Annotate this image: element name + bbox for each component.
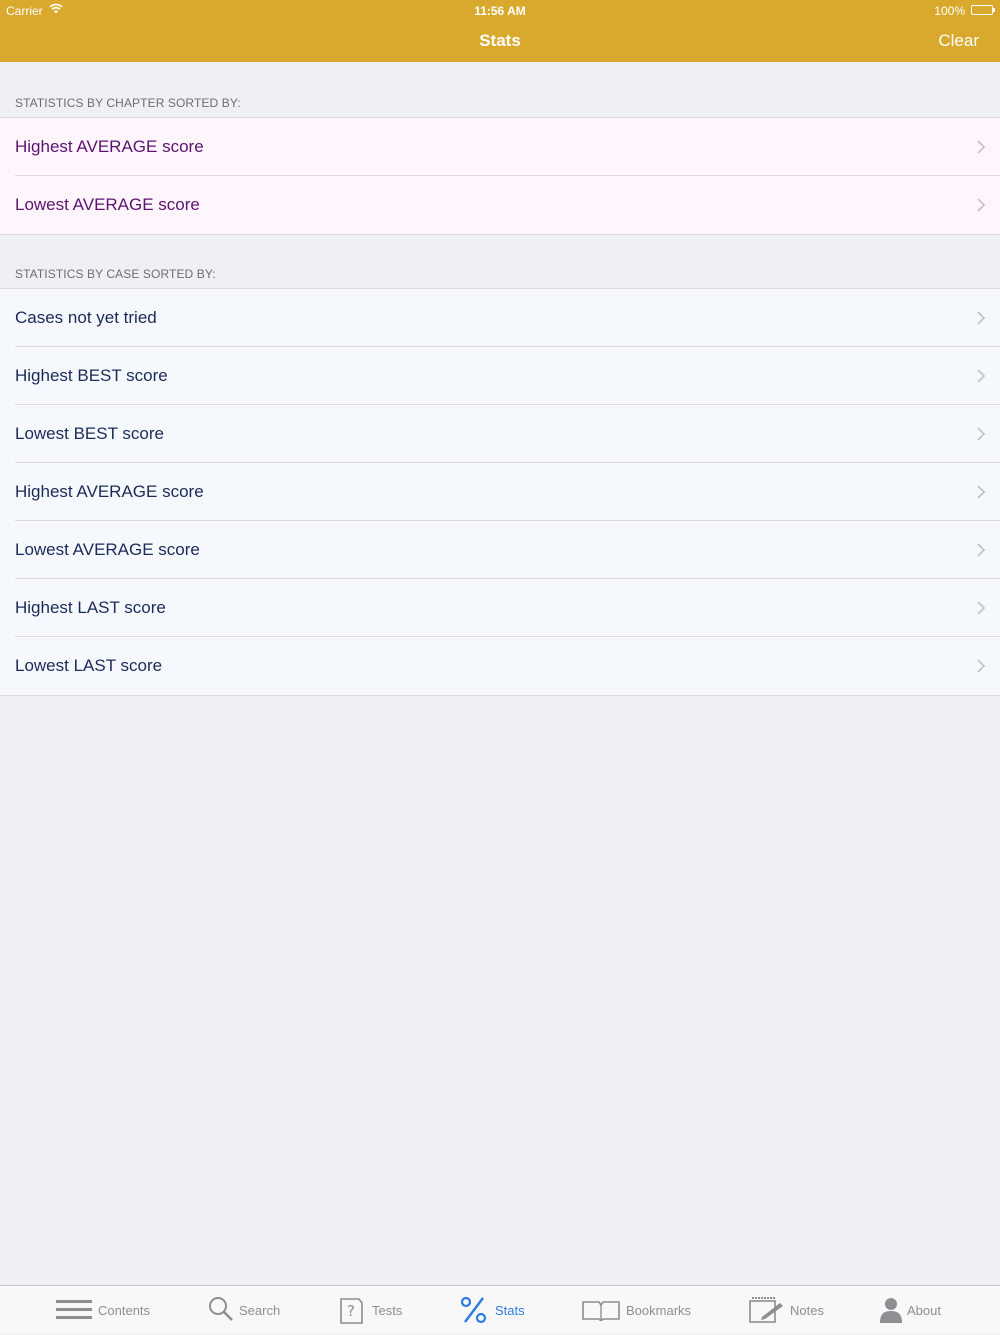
chevron-right-icon xyxy=(977,427,986,441)
page-title: Stats xyxy=(479,31,521,50)
person-icon xyxy=(880,1298,902,1323)
row-label: Lowest AVERAGE score xyxy=(15,540,200,559)
tab-label: Notes xyxy=(790,1303,824,1318)
case-lowest-best-row[interactable]: Lowest BEST score xyxy=(0,405,1000,463)
chapter-highest-average-row[interactable]: Highest AVERAGE score xyxy=(0,118,1000,176)
case-highest-average-row[interactable]: Highest AVERAGE score xyxy=(0,463,1000,521)
chevron-right-icon xyxy=(977,140,986,154)
tab-search[interactable]: Search xyxy=(208,1286,298,1335)
chapter-lowest-average-row[interactable]: Lowest AVERAGE score xyxy=(0,176,1000,234)
status-time: 11:56 AM xyxy=(474,4,526,18)
tab-stats[interactable]: Stats xyxy=(460,1286,540,1335)
percent-icon xyxy=(460,1296,487,1324)
chevron-right-icon xyxy=(977,311,986,325)
row-label: Highest LAST score xyxy=(15,598,166,617)
case-highest-last-row[interactable]: Highest LAST score xyxy=(0,579,1000,637)
case-stats-group: Cases not yet tried Highest BEST score L… xyxy=(0,288,1000,696)
notepad-icon xyxy=(749,1297,783,1323)
cases-not-yet-tried-row[interactable]: Cases not yet tried xyxy=(0,289,1000,347)
list-icon xyxy=(56,1300,92,1319)
tab-label: Tests xyxy=(372,1303,403,1318)
tab-tests[interactable]: ? Tests xyxy=(338,1286,418,1335)
tab-label: Contents xyxy=(98,1303,151,1318)
battery-percent: 100% xyxy=(934,4,965,18)
chevron-right-icon xyxy=(977,543,986,557)
navigation-bar: Carrier 11:56 AM 100% Stats Clear xyxy=(0,0,1000,62)
chevron-right-icon xyxy=(977,198,986,212)
case-highest-best-row[interactable]: Highest BEST score xyxy=(0,347,1000,405)
section-header-chapter: STATISTICS BY CHAPTER SORTED BY: xyxy=(15,96,241,110)
row-label: Lowest BEST score xyxy=(15,424,164,443)
status-bar: Carrier 11:56 AM 100% xyxy=(0,0,1000,22)
battery-icon xyxy=(971,5,995,15)
row-label: Cases not yet tried xyxy=(15,308,157,327)
chapter-stats-group: Highest AVERAGE score Lowest AVERAGE sco… xyxy=(0,117,1000,235)
chevron-right-icon xyxy=(977,659,986,673)
chevron-right-icon xyxy=(977,369,986,383)
chevron-right-icon xyxy=(977,601,986,615)
tab-label: Bookmarks xyxy=(626,1303,692,1318)
row-label: Highest BEST score xyxy=(15,366,168,385)
tab-label: Stats xyxy=(495,1303,525,1318)
tab-label: About xyxy=(907,1303,941,1318)
case-lowest-last-row[interactable]: Lowest LAST score xyxy=(0,637,1000,695)
section-header-case: STATISTICS BY CASE SORTED BY: xyxy=(15,267,216,281)
svg-text:?: ? xyxy=(347,1302,355,1320)
book-icon xyxy=(582,1301,620,1321)
tab-bar: Contents Search ? Tests Stats Bookmarks xyxy=(0,1285,1000,1334)
row-label: Highest AVERAGE score xyxy=(15,137,204,156)
case-lowest-average-row[interactable]: Lowest AVERAGE score xyxy=(0,521,1000,579)
question-icon: ? xyxy=(340,1298,363,1324)
tab-about[interactable]: About xyxy=(880,1286,960,1335)
row-label: Highest AVERAGE score xyxy=(15,482,204,501)
tab-notes[interactable]: Notes xyxy=(748,1286,838,1335)
tab-bookmarks[interactable]: Bookmarks xyxy=(581,1286,701,1335)
row-label: Lowest LAST score xyxy=(15,656,163,675)
row-label: Lowest AVERAGE score xyxy=(15,195,200,214)
tab-label: Search xyxy=(239,1303,281,1318)
search-icon xyxy=(209,1297,233,1321)
chevron-right-icon xyxy=(977,485,986,499)
tab-contents[interactable]: Contents xyxy=(56,1286,166,1335)
clear-button[interactable]: Clear xyxy=(938,31,979,51)
